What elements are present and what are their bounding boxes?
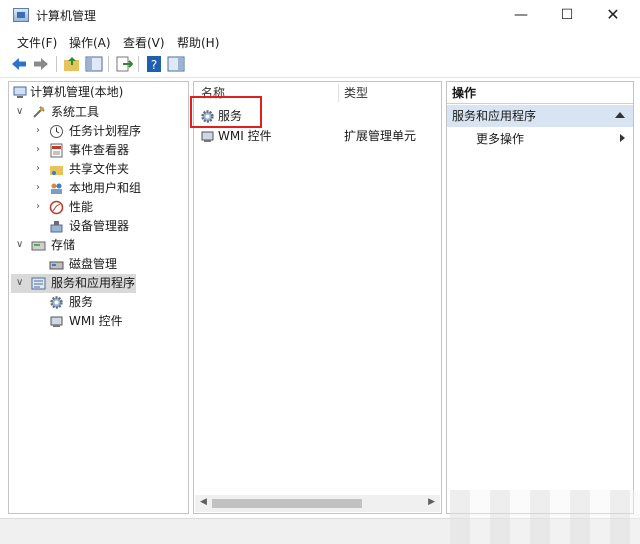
performance-icon <box>49 200 64 215</box>
event-log-icon <box>50 143 63 158</box>
tree-item-local-users[interactable]: › 本地用户和组 <box>11 179 187 198</box>
tree-label-storage: 存储 <box>51 238 76 252</box>
maximize-button[interactable]: ☐ <box>544 0 590 30</box>
tree-label-device-manager: 设备管理器 <box>69 219 130 233</box>
tree-item-services[interactable]: 服务 <box>11 293 187 312</box>
menu-bar: 文件(F) 操作(A) 查看(V) 帮助(H) <box>0 30 640 52</box>
up-folder-icon[interactable] <box>63 55 81 73</box>
tree-label-services: 服务 <box>69 295 94 309</box>
toolbar-divider <box>138 56 139 72</box>
close-button[interactable]: ✕ <box>590 0 636 30</box>
tree-item-system-tools[interactable]: ∨ 系统工具 <box>11 103 187 122</box>
show-hide-action-pane-icon[interactable] <box>167 55 185 73</box>
clock-icon <box>50 125 63 138</box>
tree-item-wmi[interactable]: WMI 控件 <box>11 312 187 331</box>
svg-text:?: ? <box>151 58 157 72</box>
window-title: 计算机管理 <box>36 9 97 23</box>
tree-item-event-viewer[interactable]: › 事件查看器 <box>11 141 187 160</box>
list-item-type: 扩展管理单元 <box>344 129 417 143</box>
more-actions-item[interactable]: 更多操作 <box>476 130 524 147</box>
toolbar-divider <box>108 56 109 72</box>
tree-label-system-tools: 系统工具 <box>51 105 100 119</box>
menu-file[interactable]: 文件(F) <box>17 34 57 51</box>
highlight-annotation <box>190 96 262 128</box>
tree-item-device-manager[interactable]: 设备管理器 <box>11 217 187 236</box>
chevron-right-icon[interactable]: › <box>36 164 44 174</box>
computer-management-icon <box>13 86 27 98</box>
scroll-right-icon[interactable]: ▶ <box>428 497 435 507</box>
disk-icon <box>49 261 64 270</box>
tree-item-shared-folders[interactable]: › 共享文件夹 <box>11 160 187 179</box>
actions-section-services-apps[interactable]: 服务和应用程序 <box>447 105 633 127</box>
wmi-control-icon <box>50 316 63 327</box>
list-item-wmi[interactable]: WMI 控件 扩展管理单元 <box>198 126 438 146</box>
tree-label-services-apps: 服务和应用程序 <box>51 276 136 290</box>
toolbar-divider <box>56 56 57 72</box>
minimize-button[interactable]: — <box>498 0 544 30</box>
shared-folder-icon <box>50 166 63 175</box>
computer-management-icon <box>13 8 29 22</box>
horizontal-scrollbar[interactable]: ◀ ▶ <box>195 495 440 512</box>
console-tree: 计算机管理(本地) ∨ 系统工具 › 任务计划程序 › 事件查看器 › 共享文件… <box>8 81 189 514</box>
scroll-left-icon[interactable]: ◀ <box>200 497 207 507</box>
chevron-down-icon[interactable]: ∨ <box>16 278 24 288</box>
tree-label-disk-management: 磁盘管理 <box>69 257 118 271</box>
collapse-up-icon[interactable] <box>615 112 625 118</box>
chevron-down-icon[interactable]: ∨ <box>16 107 24 117</box>
help-icon[interactable]: ? <box>145 55 163 73</box>
tree-label-event-viewer: 事件查看器 <box>69 143 130 157</box>
results-pane: 名称 类型 服务 WMI 控件 扩展管理单元 ◀ ▶ <box>193 81 442 514</box>
column-header-type[interactable]: 类型 <box>344 82 368 104</box>
menu-help[interactable]: 帮助(H) <box>177 34 219 51</box>
wmi-control-icon <box>201 131 214 142</box>
tree-label-wmi: WMI 控件 <box>69 314 123 328</box>
tree-label-local-users: 本地用户和组 <box>69 181 142 195</box>
blurred-watermark <box>450 490 640 544</box>
services-apps-icon <box>31 277 46 290</box>
storage-icon <box>31 241 46 251</box>
scrollbar-thumb[interactable] <box>212 499 362 508</box>
tree-item-task-scheduler[interactable]: › 任务计划程序 <box>11 122 187 141</box>
tree-item-services-apps[interactable]: ∨ 服务和应用程序 <box>11 274 136 293</box>
toolbar: ? <box>0 52 640 78</box>
actions-pane: 操作 服务和应用程序 更多操作 <box>446 81 634 514</box>
title-bar: 计算机管理 — ☐ ✕ <box>0 0 640 30</box>
chevron-right-icon[interactable]: › <box>36 145 44 155</box>
column-divider[interactable] <box>338 84 339 102</box>
gear-icon <box>50 296 63 309</box>
tree-label-root: 计算机管理(本地) <box>30 85 124 99</box>
tree-item-disk-management[interactable]: 磁盘管理 <box>11 255 187 274</box>
show-hide-console-tree-icon[interactable] <box>85 55 103 73</box>
back-arrow-icon[interactable] <box>10 55 28 73</box>
tree-label-task-scheduler: 任务计划程序 <box>69 124 142 138</box>
tree-label-performance: 性能 <box>69 200 94 214</box>
chevron-down-icon[interactable]: ∨ <box>16 240 24 250</box>
actions-section-label: 服务和应用程序 <box>452 109 537 123</box>
chevron-right-icon[interactable]: › <box>36 202 44 212</box>
forward-arrow-icon[interactable] <box>32 55 50 73</box>
submenu-arrow-icon[interactable] <box>620 134 625 142</box>
chevron-right-icon[interactable]: › <box>36 183 44 193</box>
tools-icon <box>33 106 45 118</box>
actions-header: 操作 <box>447 82 633 104</box>
users-icon <box>51 183 62 194</box>
menu-action[interactable]: 操作(A) <box>69 34 111 51</box>
export-list-icon[interactable] <box>115 55 133 73</box>
list-item-name: WMI 控件 <box>218 129 272 143</box>
device-manager-icon <box>50 221 63 233</box>
tree-item-storage[interactable]: ∨ 存储 <box>11 236 187 255</box>
tree-item-root[interactable]: 计算机管理(本地) <box>11 83 187 102</box>
tree-label-shared-folders: 共享文件夹 <box>69 162 130 176</box>
menu-view[interactable]: 查看(V) <box>123 34 165 51</box>
tree-item-performance[interactable]: › 性能 <box>11 198 187 217</box>
chevron-right-icon[interactable]: › <box>36 126 44 136</box>
